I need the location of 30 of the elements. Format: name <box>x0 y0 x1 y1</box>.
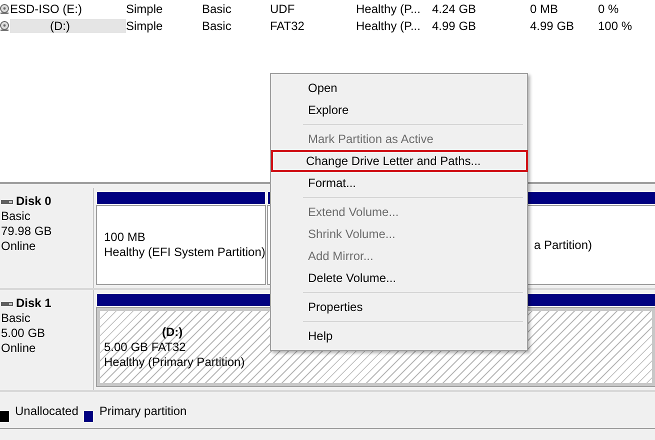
disk-size: 79.98 GB <box>1 224 52 239</box>
partition-text: Healthy (Primary Partition) <box>104 354 245 370</box>
status-cell-text: Healthy (P... <box>356 18 422 32</box>
disk-state: Online <box>1 239 36 254</box>
disk-name: Disk 1 <box>16 296 52 311</box>
layout-cell-text: Simple <box>126 2 164 16</box>
file-system-cell-text: UDF <box>270 2 296 16</box>
free-space-cell-text: 4.99 GB <box>530 18 576 32</box>
type-cell-text: Basic <box>202 2 232 16</box>
disk-name: Disk 0 <box>16 194 52 209</box>
free-space-cell-text: 0 MB <box>530 2 560 16</box>
partition-text: 5.00 GB FAT32 <box>104 340 186 354</box>
legend-label: Unallocated <box>15 404 78 419</box>
partition-text: Healthy (EFI System Partition) <box>104 245 266 260</box>
disk-size: 5.00 GB <box>1 326 46 341</box>
percent-free-cell-text: 100 % <box>598 18 634 32</box>
status-cell-text: Healthy (P... <box>356 2 422 16</box>
legend-label: Primary partition <box>99 404 187 419</box>
layout-cell-text: Simple <box>126 18 164 32</box>
disk-type: Basic <box>1 209 30 224</box>
disk-type: Basic <box>1 311 30 326</box>
capacity-cell-text: 4.99 GB <box>432 18 478 32</box>
type-cell-text: Basic <box>202 18 232 32</box>
partition-text: 100 MB <box>104 230 146 245</box>
disk-state: Online <box>1 341 36 356</box>
file-system-cell-text: FAT32 <box>270 18 306 32</box>
capacity-cell-text: 4.24 GB <box>432 2 478 16</box>
partition-text: a Partition) <box>534 238 592 252</box>
percent-free-cell-text: 0 % <box>598 2 620 16</box>
partition-title: (D:) <box>162 324 183 340</box>
